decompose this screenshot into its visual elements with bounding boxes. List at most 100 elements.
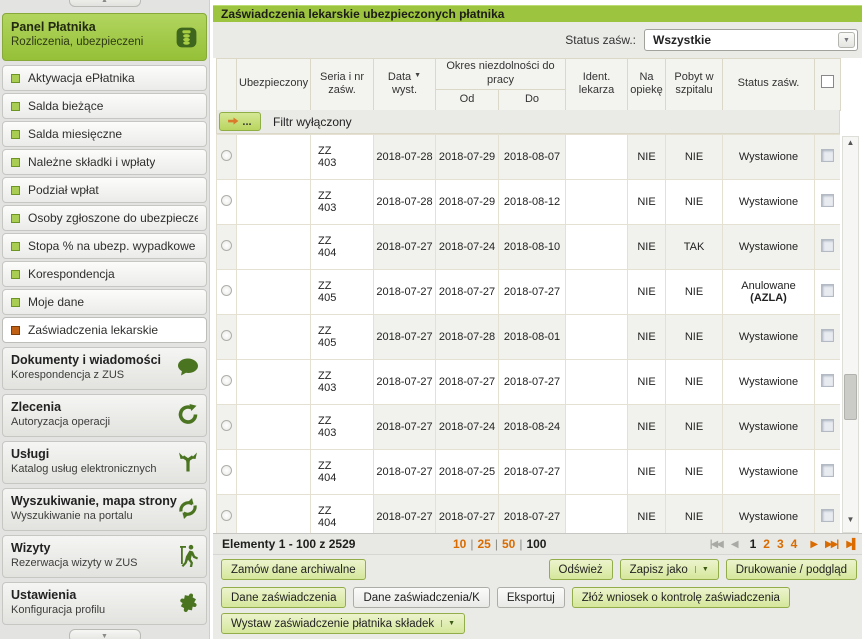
page-links: 1 2 3 4 (750, 534, 798, 555)
sidebar-section-zlecenia[interactable]: Zlecenia Autoryzacja operacji (2, 394, 207, 437)
row-radio[interactable] (221, 375, 232, 386)
row-radio[interactable] (221, 420, 232, 431)
sidebar-section-wyszukiwanie[interactable]: Wyszukiwanie, mapa strony Wyszukiwanie n… (2, 488, 207, 531)
order-archive-button[interactable]: Zamów dane archiwalne (221, 559, 366, 580)
row-checkbox[interactable] (821, 284, 834, 297)
next-page-icon[interactable]: ▶ (810, 534, 816, 555)
status-filter-dropdown[interactable]: Wszystkie ▼ (644, 29, 858, 51)
cert-data-button[interactable]: Dane zaświadczenia (221, 587, 346, 608)
row-checkbox[interactable] (821, 509, 834, 522)
status-text: Wystawione (725, 466, 812, 478)
page-link-4[interactable]: 4 (791, 534, 798, 555)
sidebar-item[interactable]: Aktywacja ePłatnika (2, 65, 207, 91)
sidebar-scroll-up-button[interactable]: ▲ (69, 0, 141, 7)
chevron-down-icon: ▼ (441, 620, 455, 627)
seria-number: 403 (318, 427, 371, 439)
sidebar-panel-platnika[interactable]: Panel Płatnika Rozliczenia, ubezpieczeni (2, 13, 207, 61)
sidebar-section-ustawienia[interactable]: Ustawienia Konfiguracja profilu (2, 582, 207, 625)
prev-page-icon[interactable]: ◀ (731, 534, 737, 555)
sidebar-section-dokumenty[interactable]: Dokumenty i wiadomości Korespondencja z … (2, 347, 207, 390)
page-size-25[interactable]: 25 (477, 537, 490, 551)
sidebar-item[interactable]: Salda bieżące (2, 93, 207, 119)
row-checkbox[interactable] (821, 329, 834, 342)
select-all-checkbox[interactable] (821, 75, 834, 88)
header-data-line2: wyst. (392, 84, 417, 96)
refresh-button[interactable]: Odśwież (549, 559, 613, 580)
header-do[interactable]: Do (499, 89, 566, 110)
cell-do: 2018-08-01 (499, 315, 566, 360)
cell-ubezpieczony (237, 135, 311, 180)
filter-options-button[interactable]: ... (219, 112, 261, 131)
sidebar-item[interactable]: Osoby zgłoszone do ubezpieczeń (2, 205, 207, 231)
page-size-10[interactable]: 10 (453, 537, 466, 551)
row-checkbox[interactable] (821, 374, 834, 387)
control-request-button[interactable]: Złóż wniosek o kontrolę zaświadczenia (572, 587, 790, 608)
vertical-scrollbar[interactable]: ▲ ▼ (842, 136, 859, 533)
export-button[interactable]: Eksportuj (497, 587, 565, 608)
sidebar-scroll-down-button[interactable]: ▼ (69, 629, 141, 639)
cell-checkbox (815, 450, 841, 495)
page-link-3[interactable]: 3 (777, 534, 784, 555)
row-radio[interactable] (221, 150, 232, 161)
bullet-square-icon (11, 158, 20, 167)
row-radio[interactable] (221, 195, 232, 206)
last-page-icon[interactable]: ▶▶| (825, 534, 837, 555)
cell-ident-lekarza (566, 225, 628, 270)
cell-data-wyst: 2018-07-27 (374, 405, 436, 450)
sidebar-item[interactable]: Salda miesięczne (2, 121, 207, 147)
row-checkbox[interactable] (821, 239, 834, 252)
header-ubezpieczony[interactable]: Ubezpieczony (237, 59, 311, 111)
table-row: ZZ 403 2018-07-27 2018-07-27 2018-07-27 … (217, 360, 841, 405)
header-seria[interactable]: Seria i nr zaśw. (311, 59, 374, 111)
page-size-100[interactable]: 100 (526, 537, 546, 551)
cert-data-k-button[interactable]: Dane zaświadczenia/K (353, 587, 489, 608)
seria-prefix: ZZ (318, 370, 371, 382)
print-preview-button[interactable]: Drukowanie / podgląd (726, 559, 857, 580)
status-text: Wystawione (725, 241, 812, 253)
sidebar-item[interactable]: Zaświadczenia lekarskie (2, 317, 207, 343)
page-link-1[interactable]: 1 (750, 534, 757, 555)
first-page-icon[interactable]: |◀◀ (710, 534, 722, 555)
row-radio[interactable] (221, 510, 232, 521)
cell-pobyt: NIE (666, 360, 723, 405)
page-link-2[interactable]: 2 (763, 534, 770, 555)
row-radio[interactable] (221, 465, 232, 476)
row-radio[interactable] (221, 285, 232, 296)
cell-status: Wystawione (723, 180, 815, 225)
header-data-wyst[interactable]: Data▼ wyst. (374, 59, 436, 111)
row-checkbox[interactable] (821, 464, 834, 477)
sidebar-section-uslugi[interactable]: Usługi Katalog usług elektronicznych (2, 441, 207, 484)
scrollbar-thumb[interactable] (844, 374, 857, 420)
sidebar-item[interactable]: Należne składki i wpłaty (2, 149, 207, 175)
filter-arrow-icon (228, 115, 239, 129)
row-checkbox[interactable] (821, 419, 834, 432)
sidebar-menu: Aktywacja ePłatnika Salda bieżące Salda … (0, 65, 209, 343)
row-checkbox[interactable] (821, 194, 834, 207)
page-size-50[interactable]: 50 (502, 537, 515, 551)
sidebar-item[interactable]: Korespondencja (2, 261, 207, 287)
seria-prefix: ZZ (318, 325, 371, 337)
sidebar-item[interactable]: Moje dane (2, 289, 207, 315)
header-od[interactable]: Od (436, 89, 499, 110)
header-pobyt[interactable]: Pobyt w szpitalu (666, 59, 723, 111)
main-panel: Zaświadczenia lekarskie ubezpieczonych p… (213, 0, 862, 639)
header-ident-lekarza[interactable]: Ident. lekarza (566, 59, 628, 111)
jump-to-page-icon[interactable]: ▶▌ (846, 534, 857, 555)
header-status[interactable]: Status zaśw. (723, 59, 815, 111)
row-radio[interactable] (221, 330, 232, 341)
row-checkbox[interactable] (821, 149, 834, 162)
issue-cert-button[interactable]: Wystaw zaświadczenie płatnika składek▼ (221, 613, 465, 634)
dropdown-arrow-button[interactable]: ▼ (838, 32, 855, 48)
sidebar-item[interactable]: Podział wpłat (2, 177, 207, 203)
row-radio[interactable] (221, 240, 232, 251)
sidebar-item[interactable]: Stopa % na ubezp. wypadkowe (2, 233, 207, 259)
cell-ident-lekarza (566, 270, 628, 315)
save-as-button[interactable]: Zapisz jako▼ (620, 559, 719, 580)
scrollbar-up-arrow[interactable]: ▲ (843, 138, 858, 154)
seria-number: 404 (318, 472, 371, 484)
panel-title: Panel Płatnika (11, 20, 198, 34)
sidebar-section-wizyty[interactable]: Wizyty Rezerwacja wizyty w ZUS (2, 535, 207, 578)
scrollbar-down-arrow[interactable]: ▼ (843, 515, 858, 531)
header-okres[interactable]: Okres niezdolności do pracy (436, 59, 566, 90)
header-na-opieke[interactable]: Na opiekę (628, 59, 666, 111)
